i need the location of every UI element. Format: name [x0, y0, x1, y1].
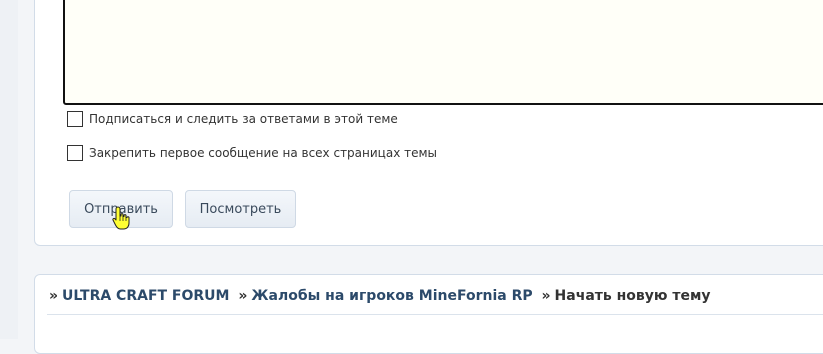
message-textarea[interactable] — [63, 0, 823, 105]
breadcrumb: » ULTRA CRAFT FORUM » Жалобы на игроков Mi… — [49, 288, 711, 304]
breadcrumb-separator: » — [238, 288, 248, 304]
pin-first-post-checkbox[interactable] — [67, 145, 83, 161]
breadcrumb-separator: » — [49, 288, 59, 304]
preview-button-label: Посмотреть — [199, 201, 282, 217]
page-margin — [0, 0, 18, 339]
pin-first-post-label: Закрепить первое сообщение на всех стран… — [89, 146, 438, 160]
pin-first-post-option[interactable]: Закрепить первое сообщение на всех стран… — [67, 145, 437, 161]
subscribe-option[interactable]: Подписаться и следить за ответами в этой… — [67, 111, 398, 127]
breadcrumb-current-page: Начать новую тему — [554, 288, 711, 304]
subscribe-label: Подписаться и следить за ответами в этой… — [89, 112, 398, 126]
breadcrumb-divider — [47, 314, 823, 315]
breadcrumb-separator: » — [541, 288, 551, 304]
subscribe-checkbox[interactable] — [67, 111, 83, 127]
preview-button[interactable]: Посмотреть — [185, 190, 296, 228]
breadcrumb-link-complaints[interactable]: Жалобы на игроков MineFornia RP — [251, 288, 532, 304]
breadcrumb-link-forum[interactable]: ULTRA CRAFT FORUM — [62, 288, 229, 304]
hand-pointer-cursor-icon — [112, 206, 130, 230]
